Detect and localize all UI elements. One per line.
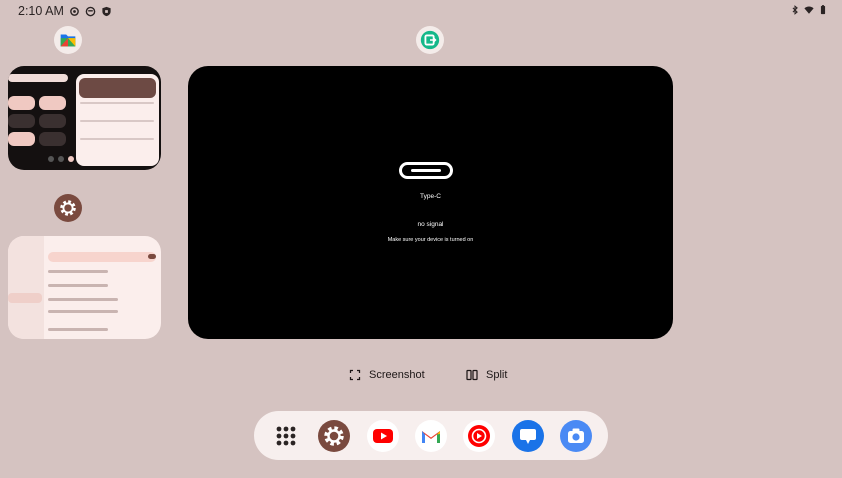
usb-c-icon: [399, 162, 453, 179]
cast-app-icon[interactable]: [416, 26, 444, 54]
signal-text: no signal: [417, 221, 444, 228]
screenshot-label: Screenshot: [369, 369, 425, 381]
input-source-icon: [420, 30, 440, 50]
hint-text: Make sure your device is turned on: [387, 237, 474, 243]
settings-status-icon: [70, 6, 79, 16]
settings-icon: [318, 419, 351, 452]
split-button[interactable]: Split: [466, 369, 507, 381]
bluetooth-icon: [792, 5, 798, 15]
face-status-icon: [85, 6, 96, 16]
screenshot-button[interactable]: Screenshot: [349, 369, 425, 381]
recent-app-settings[interactable]: [8, 236, 161, 339]
youtube-icon: [366, 419, 399, 452]
gmail-icon: [414, 419, 447, 452]
app-drawer-button[interactable]: [270, 420, 302, 452]
screenshot-icon: [349, 369, 361, 381]
status-bar-right: [790, 5, 828, 15]
files-icon: [60, 34, 76, 47]
wifi-icon: [804, 6, 814, 14]
dock-settings-button[interactable]: [318, 419, 351, 452]
settings-app-icon[interactable]: [54, 194, 82, 222]
recent-app-main[interactable]: Type-C no signal Make sure your device i…: [188, 66, 673, 339]
dock-youtube-button[interactable]: [366, 419, 399, 452]
files-app-icon[interactable]: [54, 26, 82, 54]
taskbar-dock: [254, 411, 608, 460]
recent-app-quick-settings[interactable]: [8, 66, 161, 170]
app-drawer-icon: [276, 426, 296, 445]
split-icon: [466, 369, 478, 381]
gear-icon: [60, 200, 76, 216]
youtube-music-icon: [463, 419, 496, 452]
dock-screen-share-button[interactable]: [511, 419, 544, 452]
dock-camera-button[interactable]: [559, 419, 592, 452]
shield-status-icon: [102, 6, 111, 16]
status-time: 2:10 AM: [18, 4, 64, 18]
status-bar-left: 2:10 AM: [18, 4, 112, 18]
camera-icon: [559, 419, 592, 452]
dock-youtube-music-button[interactable]: [463, 419, 496, 452]
screen-share-icon: [511, 419, 544, 452]
battery-icon: [820, 5, 826, 15]
port-label: Type-C: [420, 193, 441, 200]
split-label: Split: [486, 369, 508, 381]
dock-gmail-button[interactable]: [414, 419, 447, 452]
